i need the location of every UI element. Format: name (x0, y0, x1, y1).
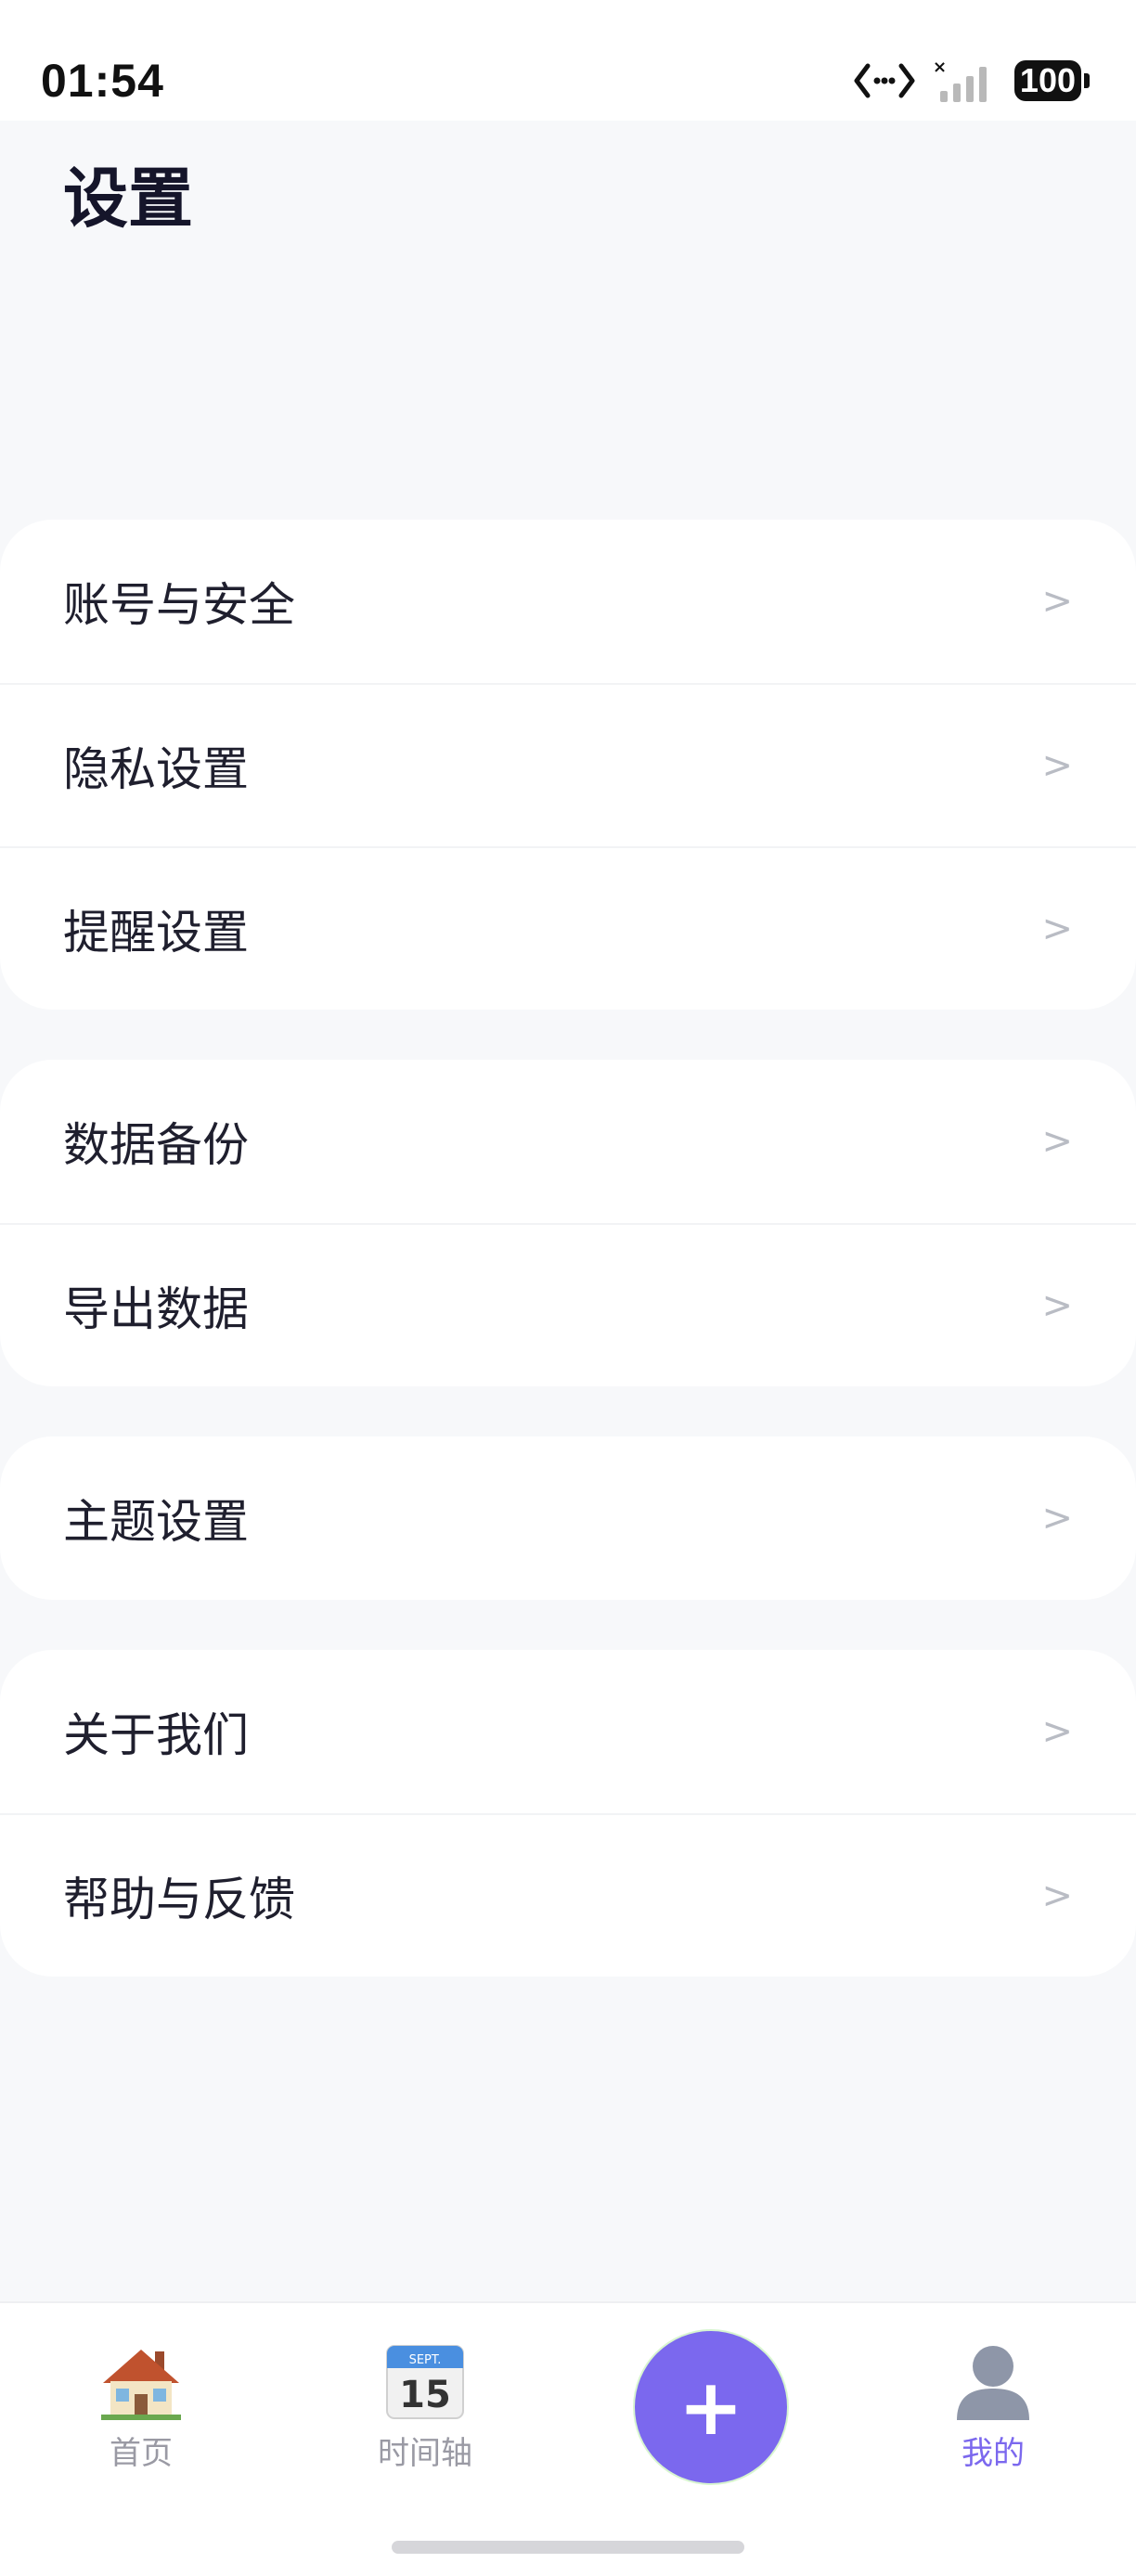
nav-label-home: 首页 (110, 2435, 173, 2472)
settings-item-about-us[interactable]: 关于我们 > (0, 1650, 1136, 1813)
settings-item-label: 隐私设置 (63, 742, 249, 796)
nav-label-profile: 我的 (962, 2435, 1025, 2472)
page-title: 设置 (63, 161, 193, 237)
settings-group-data: 数据备份 > 导出数据 > (0, 1060, 1136, 1386)
data-transfer-icon (854, 63, 915, 98)
calendar-icon: SEPT. 15 (386, 2345, 464, 2419)
settings-item-privacy[interactable]: 隐私设置 > (0, 683, 1136, 846)
chevron-right-icon: > (1041, 1874, 1073, 1917)
settings-item-label: 提醒设置 (63, 906, 249, 960)
nav-item-profile[interactable]: 我的 (900, 2337, 1086, 2473)
chevron-right-icon: > (1041, 1497, 1073, 1539)
chevron-right-icon: > (1041, 1120, 1073, 1163)
settings-item-label: 数据备份 (63, 1118, 249, 1172)
settings-screen: 01:54 × 100 设置 账号与安全 > 隐私设置 > 提醒设置 > 数据备… (0, 0, 1136, 2576)
calendar-month: SEPT. (409, 2353, 442, 2367)
plus-icon: + (678, 2362, 744, 2453)
settings-group-about: 关于我们 > 帮助与反馈 > (0, 1650, 1136, 1977)
home-indicator[interactable] (392, 2541, 744, 2554)
calendar-day: 15 (399, 2374, 451, 2416)
settings-group-account: 账号与安全 > 隐私设置 > 提醒设置 > (0, 520, 1136, 1010)
user-icon (957, 2346, 1029, 2420)
settings-item-label: 帮助与反馈 (63, 1873, 295, 1926)
nav-item-home[interactable]: 首页 (48, 2337, 234, 2473)
chevron-right-icon: > (1041, 1710, 1073, 1753)
status-bar: 01:54 × 100 (0, 0, 1136, 121)
status-time: 01:54 (41, 55, 164, 107)
chevron-right-icon: > (1041, 580, 1073, 623)
settings-item-label: 关于我们 (63, 1708, 249, 1762)
bottom-nav: 首页 SEPT. 15 时间轴 + 我的 (0, 2301, 1136, 2576)
status-icons: × 100 (853, 58, 1090, 104)
settings-item-account-security[interactable]: 账号与安全 > (0, 520, 1136, 683)
battery-icon: 100 (1013, 60, 1090, 101)
settings-item-label: 主题设置 (63, 1495, 249, 1549)
svg-text:×: × (933, 58, 947, 77)
settings-item-reminders[interactable]: 提醒设置 > (0, 846, 1136, 1010)
chevron-right-icon: > (1041, 908, 1073, 950)
house-icon (101, 2350, 181, 2420)
settings-item-theme[interactable]: 主题设置 > (0, 1436, 1136, 1600)
nav-item-timeline[interactable]: SEPT. 15 时间轴 (332, 2337, 518, 2473)
signal-icon: × (933, 58, 987, 102)
battery-level: 100 (1013, 60, 1081, 101)
add-button[interactable]: + (635, 2331, 787, 2483)
settings-group-theme: 主题设置 > (0, 1436, 1136, 1600)
chevron-right-icon: > (1041, 744, 1073, 787)
settings-item-export-data[interactable]: 导出数据 > (0, 1223, 1136, 1386)
chevron-right-icon: > (1041, 1284, 1073, 1327)
settings-item-help-feedback[interactable]: 帮助与反馈 > (0, 1813, 1136, 1977)
settings-item-data-backup[interactable]: 数据备份 > (0, 1060, 1136, 1223)
settings-item-label: 账号与安全 (63, 578, 295, 632)
settings-item-label: 导出数据 (63, 1282, 249, 1336)
nav-label-timeline: 时间轴 (378, 2435, 472, 2472)
